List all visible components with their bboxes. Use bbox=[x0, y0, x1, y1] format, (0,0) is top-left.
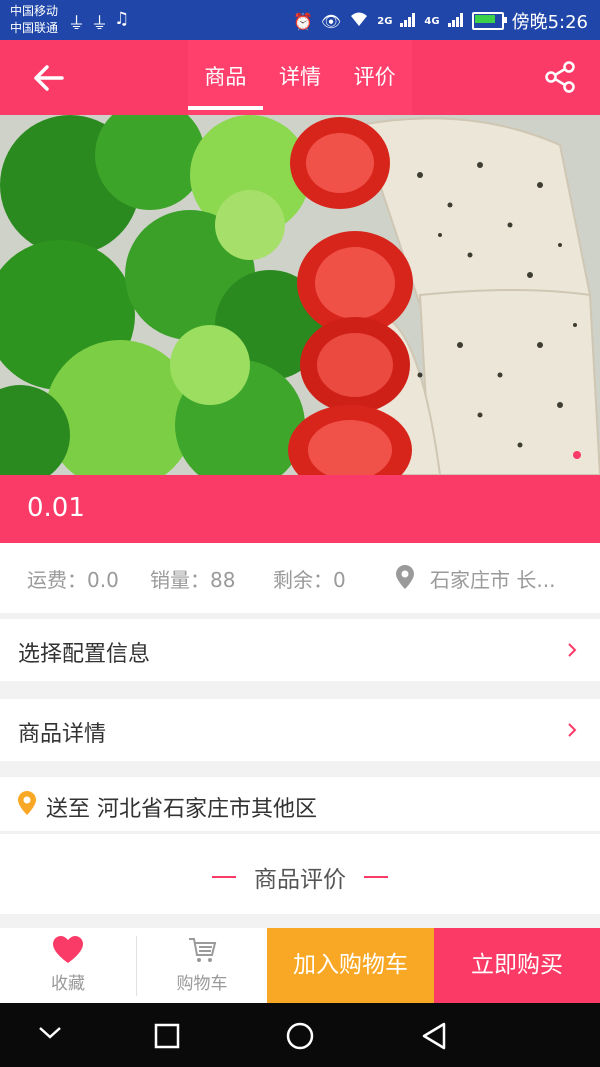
status-bar: 中国移动 中国联通 ⏚ ⏚ ♫ ⏰ 👁 2G 4G 傍晚5:26 bbox=[0, 0, 600, 40]
reviews-title: 商品评价 bbox=[254, 867, 346, 893]
product-price: 0.01 bbox=[27, 493, 85, 523]
nav-recents-icon[interactable] bbox=[154, 1023, 180, 1053]
signal-1-icon bbox=[400, 12, 416, 31]
usb-icon: ⏚ bbox=[68, 14, 85, 34]
eye-icon: 👁 bbox=[320, 11, 342, 31]
chevron-right-icon bbox=[566, 721, 578, 739]
bottom-action-bar: 收藏 购物车 加入购物车 立即购买 bbox=[0, 928, 600, 1003]
sales-text: 销量：88 bbox=[150, 568, 236, 592]
product-stats: 运费：0.0 销量：88 剩余：0 石家庄市 长... bbox=[0, 543, 600, 613]
back-arrow-icon[interactable] bbox=[28, 60, 68, 96]
wifi-icon bbox=[349, 11, 369, 31]
tab-details[interactable]: 详情 bbox=[263, 40, 338, 115]
app-header: 商品 详情 评价 bbox=[0, 40, 600, 115]
select-config-row[interactable]: 选择配置信息 bbox=[0, 619, 600, 681]
product-details-row[interactable]: 商品详情 bbox=[0, 699, 600, 761]
price-bar: 0.01 bbox=[0, 475, 600, 543]
freight-text: 运费：0.0 bbox=[27, 568, 119, 592]
header-tabs: 商品 详情 评价 bbox=[188, 40, 412, 115]
location-pin-icon bbox=[18, 791, 36, 819]
music-icon: ♫ bbox=[114, 9, 130, 29]
product-image[interactable] bbox=[0, 115, 600, 475]
nav-home-icon[interactable] bbox=[285, 1021, 315, 1055]
battery-icon bbox=[471, 12, 507, 30]
favorite-button[interactable]: 收藏 bbox=[0, 928, 136, 1003]
product-details-label: 商品详情 bbox=[18, 722, 107, 747]
carrier-labels: 中国移动 中国联通 bbox=[10, 3, 58, 37]
remaining-text: 剩余：0 bbox=[273, 568, 346, 592]
select-config-label: 选择配置信息 bbox=[18, 642, 151, 667]
alarm-icon: ⏰ bbox=[293, 11, 313, 31]
location-pin-icon bbox=[396, 565, 414, 589]
signal-1-label: 2G bbox=[377, 15, 393, 27]
system-nav-bar bbox=[0, 1003, 600, 1067]
buy-now-button[interactable]: 立即购买 bbox=[434, 928, 600, 1003]
tab-reviews[interactable]: 评价 bbox=[337, 40, 412, 115]
nav-back-icon[interactable] bbox=[420, 1021, 448, 1055]
delivery-row[interactable]: 送至 河北省石家庄市其他区 bbox=[0, 777, 600, 831]
signal-2-label: 4G bbox=[424, 15, 440, 27]
signal-2-icon bbox=[447, 12, 464, 31]
tab-product[interactable]: 商品 bbox=[188, 40, 263, 115]
divider-right bbox=[364, 876, 388, 878]
cart-button[interactable]: 购物车 bbox=[137, 928, 267, 1003]
carrier-1: 中国移动 bbox=[10, 4, 59, 18]
heart-icon bbox=[0, 936, 136, 969]
nav-hide-icon[interactable] bbox=[38, 1025, 62, 1045]
cart-icon bbox=[137, 936, 267, 969]
share-icon[interactable] bbox=[544, 60, 578, 94]
carrier-2: 中国联通 bbox=[10, 21, 59, 35]
favorite-label: 收藏 bbox=[51, 974, 85, 994]
chevron-right-icon bbox=[566, 641, 578, 659]
status-time: 傍晚5:26 bbox=[511, 12, 588, 33]
delivery-address: 送至 河北省石家庄市其他区 bbox=[46, 797, 317, 822]
usb-icon-2: ⏚ bbox=[91, 14, 108, 34]
reviews-section: 商品评价 bbox=[0, 834, 600, 914]
add-to-cart-button[interactable]: 加入购物车 bbox=[267, 928, 434, 1003]
location-text: 石家庄市 长... bbox=[430, 568, 556, 592]
cart-label: 购物车 bbox=[176, 974, 228, 994]
status-notification-icons: ⏚ ⏚ ♫ bbox=[68, 9, 129, 34]
status-right: ⏰ 👁 2G 4G 傍晚5:26 bbox=[293, 8, 588, 34]
